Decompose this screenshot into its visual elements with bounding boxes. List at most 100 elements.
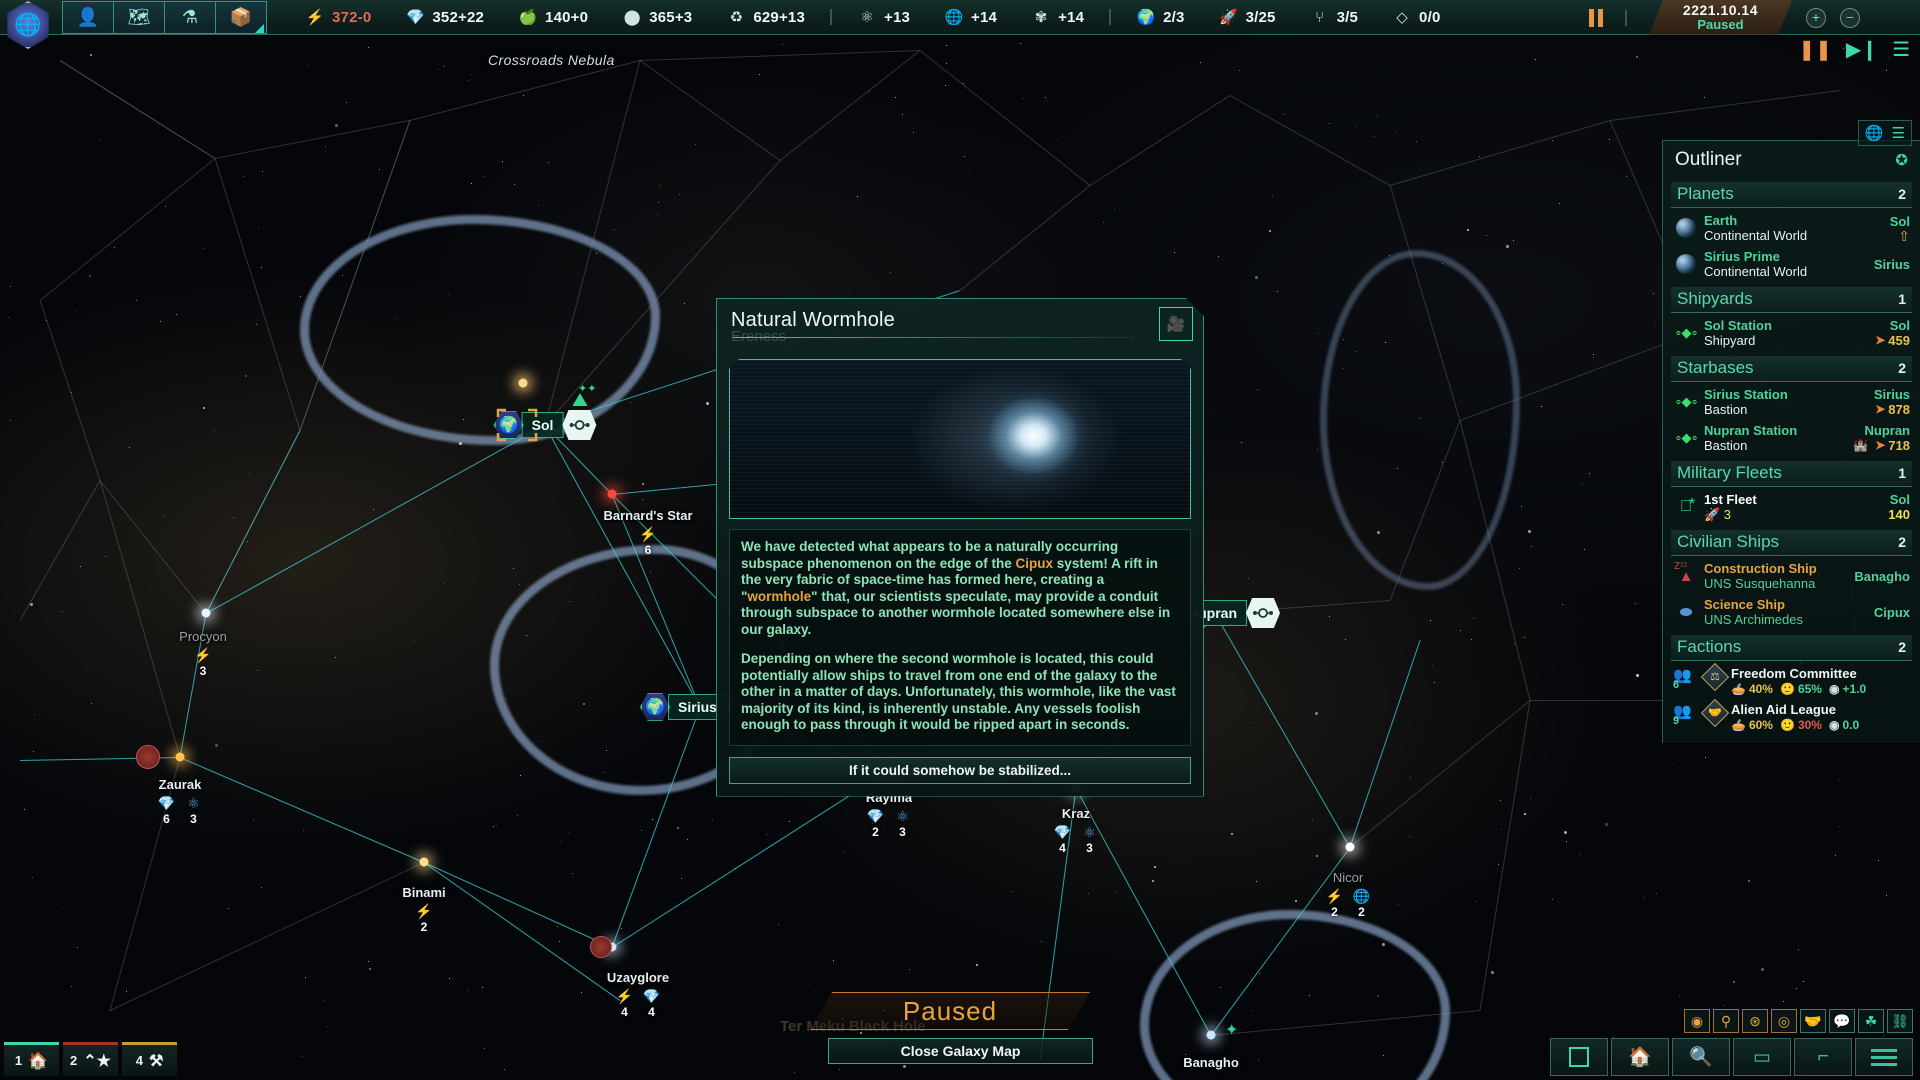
situation-log-button[interactable]: 📦 xyxy=(215,0,267,34)
outliner-row[interactable]: Zᶻᶻ ▲ Construction Ship UNS Susquehanna Bana… xyxy=(1663,558,1920,594)
star-point-barnardsstar[interactable] xyxy=(607,489,617,499)
outliner-row[interactable]: ∘◆∘ Sirius Station Bastion Sirius ➤ 878 xyxy=(1663,384,1920,420)
top-nav-buttons[interactable]: 👤 🗺 ⚗ 📦 xyxy=(62,0,267,34)
map-mode-diplomacy[interactable]: 🤝 xyxy=(1800,1009,1826,1033)
physics-research-icon: ⚛ xyxy=(860,9,874,26)
row-right: Sol ➤ 459 xyxy=(1875,318,1910,348)
map-mode-empire[interactable]: ◉ xyxy=(1684,1009,1710,1033)
resource-unity[interactable]: ◇ 0/0 xyxy=(1375,7,1457,27)
happiness-icon: 🙂 xyxy=(1779,682,1795,696)
close-galaxy-map-button[interactable]: Close Galaxy Map xyxy=(828,1038,1093,1064)
outliner-row[interactable]: Sirius Prime Continental World Sirius xyxy=(1663,246,1920,282)
outliner-group-starbases[interactable]: Starbases 2 xyxy=(1671,356,1912,382)
map-mode-trade[interactable]: ⛓ xyxy=(1887,1009,1913,1033)
search-button[interactable]: 🔍 xyxy=(1672,1038,1730,1076)
resource-engineering-research[interactable]: ✾ +14 xyxy=(1014,7,1101,27)
event-option-button[interactable]: If it could somehow be stabilized... xyxy=(729,757,1191,784)
resource-minerals[interactable]: 💎 352+22 xyxy=(388,7,501,27)
outliner-row[interactable]: ⬬ Science Ship UNS Archimedes Cipux xyxy=(1663,594,1920,630)
species-button[interactable]: 👤 xyxy=(62,0,114,34)
paused-banner: Paused xyxy=(810,992,1090,1030)
system-label[interactable]: Nicor xyxy=(1333,870,1363,885)
notification-military-rank-icon[interactable]: 2 ⌃★ xyxy=(63,1042,118,1076)
pause-button-icon[interactable]: ❚❚ xyxy=(1798,37,1832,62)
outliner-row[interactable]: ⬤⃰ 1st Fleet 🚀 3 Sol 140 xyxy=(1663,489,1920,525)
event-dialog[interactable]: Natural Wormhole Ereness 🎥 We have detec… xyxy=(716,298,1204,797)
planets-view-button[interactable]: 🏠 xyxy=(1611,1038,1669,1076)
map-mode-factions[interactable]: ☘ xyxy=(1858,1009,1884,1033)
map-mode-opinion[interactable]: 💬 xyxy=(1829,1009,1855,1033)
list-view-icon[interactable]: ☰ xyxy=(1892,124,1905,142)
physics-research-value: +13 xyxy=(884,8,911,26)
faction-support: 🥧 40% xyxy=(1731,682,1773,696)
selection-tool-button[interactable] xyxy=(1550,1038,1608,1076)
system-label[interactable]: Barnard's Star xyxy=(603,508,692,523)
system-label[interactable]: Binami xyxy=(402,885,445,900)
system-label[interactable]: Zaurak xyxy=(159,777,202,792)
outliner-group-shipyards[interactable]: Shipyards 1 xyxy=(1671,287,1912,313)
outliner-row[interactable]: ∘◆∘ Sol Station Shipyard Sol ➤ 459 xyxy=(1663,315,1920,351)
starbase-icon[interactable] xyxy=(1246,598,1280,628)
technology-button[interactable]: ⚗ xyxy=(164,0,216,34)
star-point-nicor[interactable] xyxy=(1345,842,1355,852)
resource-physics-research[interactable]: ⚛ +13 xyxy=(840,7,927,27)
planets-button[interactable]: 🗺 xyxy=(113,0,165,34)
add-queue-icon[interactable]: ☰ xyxy=(1892,37,1910,62)
gear-icon[interactable]: ✪ xyxy=(1895,151,1908,169)
outliner-row[interactable]: ∘◆∘ Nupran Station Bastion Nupran 🏰 ➤ 718 xyxy=(1663,420,1920,456)
outliner-group-factions[interactable]: Factions 2 xyxy=(1671,635,1912,661)
system-label[interactable]: Uzayglore xyxy=(607,970,669,985)
group-count: 2 xyxy=(1898,360,1906,376)
notification-colony-icon[interactable]: 1 🏠 xyxy=(4,1042,59,1076)
star-point-binami[interactable] xyxy=(419,857,429,867)
resource-naval-capacity[interactable]: 🚀 3/25 xyxy=(1202,7,1293,27)
construction-ship-marker-icon[interactable]: ✦ xyxy=(1225,1020,1238,1040)
fast-forward-button-icon[interactable]: ▶❙ xyxy=(1846,37,1878,62)
edicts-button[interactable]: ⌐ xyxy=(1794,1038,1852,1076)
resource-food[interactable]: 🍏 140+0 xyxy=(501,7,605,27)
outliner-group-civilian-ships[interactable]: Civilian Ships 2 xyxy=(1671,530,1912,556)
bottom-toolbar[interactable]: 🏠 🔍 ▭ ⌐ xyxy=(1550,1038,1913,1076)
resource-society-research[interactable]: 🌐 +14 xyxy=(927,7,1014,27)
group-label: Military Fleets xyxy=(1677,463,1782,482)
system-label[interactable]: Kraz xyxy=(1062,806,1090,821)
zoom-in-button[interactable]: + xyxy=(1806,7,1826,28)
notification-bar[interactable]: 1 🏠 2 ⌃★ 4 ⚒ xyxy=(4,1042,177,1076)
map-mode-buttons[interactable]: ◉ ⚲ ⊛ ◎ 🤝 💬 ☘ ⛓ xyxy=(1684,1009,1913,1033)
outliner-groups[interactable]: Planets 2 Earth Continental World Sol ⇧ Sirius… xyxy=(1663,182,1920,735)
row-subtitle: Bastion xyxy=(1704,402,1748,417)
system-badge-sol[interactable]: 🌍 Sol xyxy=(493,410,597,440)
outliner-group-planets[interactable]: Planets 2 xyxy=(1671,182,1912,208)
resource-starbase-capacity[interactable]: ⑂ 3/5 xyxy=(1293,7,1375,27)
resource-alloys[interactable]: ♻ 629+13 xyxy=(709,7,822,27)
camera-locate-icon[interactable]: 🎥 xyxy=(1159,307,1193,341)
map-mode-systems[interactable]: ◎ xyxy=(1771,1009,1797,1033)
outliner-group-military-fleets[interactable]: Military Fleets 1 xyxy=(1671,461,1912,487)
map-mode-fleet[interactable]: ⊛ xyxy=(1742,1009,1768,1033)
map-mode-borders[interactable]: ⚲ xyxy=(1713,1009,1739,1033)
messages-button[interactable]: ▭ xyxy=(1733,1038,1791,1076)
resource-influence[interactable]: 🌍 2/3 xyxy=(1119,7,1201,27)
system-label[interactable]: Banagho xyxy=(1183,1055,1239,1070)
event-paragraph: Depending on where the second wormhole i… xyxy=(741,651,1179,734)
faction-row[interactable]: 👥 9 🤝 Alien Aid League 🥧 60% 🙂 30% ◉ 0.0 xyxy=(1663,698,1920,735)
starbase-icon[interactable] xyxy=(562,410,597,440)
row-subtitle: 🚀 3 xyxy=(1704,507,1881,522)
outliner-panel[interactable]: Outliner ✪ Planets 2 Earth Continental Worl… xyxy=(1662,140,1920,743)
menu-button[interactable] xyxy=(1855,1038,1913,1076)
star-point-banagho[interactable] xyxy=(1206,1030,1216,1040)
star-point-zaurak[interactable] xyxy=(175,752,185,762)
resource-consumer-goods[interactable]: ⬤ 365+3 xyxy=(605,7,709,27)
faction-influence: ◉ 0.0 xyxy=(1828,718,1860,732)
speed-controls[interactable]: ❚❚ ▶❙ ☰ xyxy=(1798,37,1910,62)
faction-row[interactable]: 👥 6 ⚖ Freedom Committee 🥧 40% 🙂 65% ◉ +1.0 xyxy=(1663,662,1920,699)
system-label[interactable]: Procyon xyxy=(179,629,227,644)
resource-deposit: ⚛ 3 xyxy=(1081,823,1098,856)
zoom-out-button[interactable]: − xyxy=(1840,7,1860,28)
outliner-row[interactable]: Earth Continental World Sol ⇧ xyxy=(1663,210,1920,246)
globe-view-icon[interactable]: 🌐 xyxy=(1865,124,1884,142)
star-point-procyon[interactable] xyxy=(201,608,211,618)
resource-energy-credits[interactable]: ⚡ 372-0 xyxy=(288,7,388,27)
map-view-toggle[interactable]: 🌐 ☰ xyxy=(1857,120,1912,146)
notification-tools-icon[interactable]: 4 ⚒ xyxy=(122,1042,177,1076)
